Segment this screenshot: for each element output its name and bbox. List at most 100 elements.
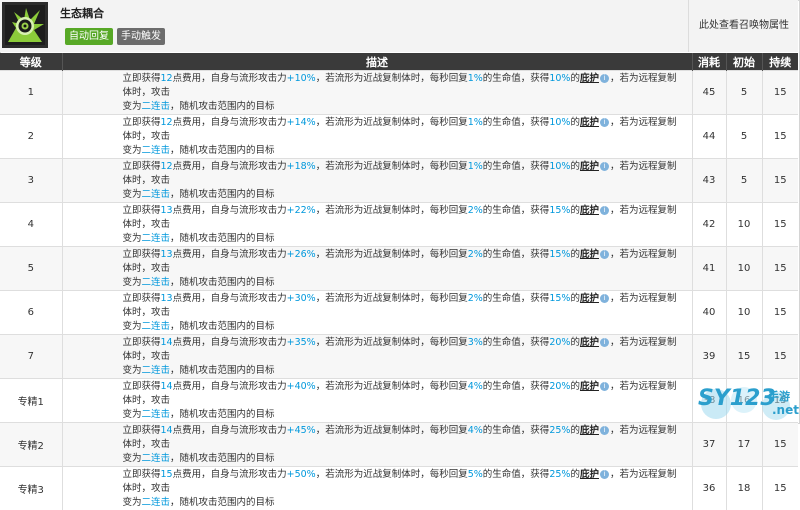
table-row: 6立即获得13点费用，自身与流形攻击力+30%，若流形为近战复制体时，每秒回复2… bbox=[0, 291, 798, 335]
desc-text: 变为 bbox=[123, 409, 142, 420]
initial-sp-cell: 10 bbox=[726, 203, 762, 247]
col-header-description: 描述 bbox=[62, 53, 692, 71]
desc-text: 变为 bbox=[123, 453, 142, 464]
info-icon[interactable]: i bbox=[600, 382, 609, 391]
desc-text: 的 bbox=[570, 249, 580, 260]
attack-bonus-value: +50% bbox=[287, 469, 316, 480]
desc-text: 点费用，自身与流形攻击力 bbox=[173, 249, 287, 260]
description-cell: 立即获得14点费用，自身与流形攻击力+40%，若流形为近战复制体时，每秒回复4%… bbox=[62, 379, 692, 423]
desc-text: 的生命值，获得 bbox=[483, 73, 550, 84]
desc-text: 变为 bbox=[123, 321, 142, 332]
cost-points-value: 12 bbox=[161, 161, 173, 172]
col-header-initial: 初始 bbox=[726, 53, 762, 71]
level-cell: 1 bbox=[0, 71, 62, 115]
spiral-eye-skill-icon bbox=[2, 2, 48, 48]
desc-text: 立即获得 bbox=[123, 117, 161, 128]
desc-text: ，若流形为近战复制体时，每秒回复 bbox=[316, 73, 468, 84]
table-row: 4立即获得13点费用，自身与流形攻击力+22%，若流形为近战复制体时，每秒回复2… bbox=[0, 203, 798, 247]
duration-cell: 15 bbox=[762, 291, 798, 335]
attack-bonus-value: +26% bbox=[287, 249, 316, 260]
shelter-keyword-link[interactable]: 庇护 bbox=[580, 381, 599, 392]
description-cell: 立即获得13点费用，自身与流形攻击力+30%，若流形为近战复制体时，每秒回复2%… bbox=[62, 291, 692, 335]
table-row: 1立即获得12点费用，自身与流形攻击力+10%，若流形为近战复制体时，每秒回复1… bbox=[0, 71, 798, 115]
tag-manual-trigger[interactable]: 手动触发 bbox=[117, 28, 165, 45]
shield-value: 20% bbox=[549, 337, 570, 348]
desc-text: ，若流形为近战复制体时，每秒回复 bbox=[316, 117, 468, 128]
cost-points-value: 14 bbox=[161, 381, 173, 392]
shelter-keyword-link[interactable]: 庇护 bbox=[580, 205, 599, 216]
description-cell: 立即获得12点费用，自身与流形攻击力+10%，若流形为近战复制体时，每秒回复1%… bbox=[62, 71, 692, 115]
desc-text: ，若流形为近战复制体时，每秒回复 bbox=[316, 293, 468, 304]
shield-value: 10% bbox=[549, 161, 570, 172]
regen-value: 5% bbox=[468, 469, 483, 480]
shelter-keyword-link[interactable]: 庇护 bbox=[580, 117, 599, 128]
desc-text: 的 bbox=[570, 205, 580, 216]
sp-cost-cell: 36 bbox=[692, 467, 726, 510]
info-icon[interactable]: i bbox=[600, 162, 609, 171]
cost-points-value: 13 bbox=[161, 249, 173, 260]
table-row: 3立即获得12点费用，自身与流形攻击力+18%，若流形为近战复制体时，每秒回复1… bbox=[0, 159, 798, 203]
desc-text: 的 bbox=[570, 73, 580, 84]
regen-value: 3% bbox=[468, 337, 483, 348]
level-cell: 2 bbox=[0, 115, 62, 159]
shelter-keyword-link[interactable]: 庇护 bbox=[580, 425, 599, 436]
shelter-keyword-link[interactable]: 庇护 bbox=[580, 161, 599, 172]
sp-cost-cell: 43 bbox=[692, 159, 726, 203]
shield-value: 25% bbox=[549, 425, 570, 436]
info-icon[interactable]: i bbox=[600, 294, 609, 303]
level-cell: 专精1 bbox=[0, 379, 62, 423]
attack-bonus-value: +10% bbox=[287, 73, 316, 84]
cost-points-value: 14 bbox=[161, 337, 173, 348]
desc-text: 变为 bbox=[123, 277, 142, 288]
col-header-sp-cost: 消耗 bbox=[692, 53, 726, 71]
desc-text: 的生命值，获得 bbox=[483, 337, 550, 348]
duration-cell: 15 bbox=[762, 335, 798, 379]
cost-points-value: 13 bbox=[161, 293, 173, 304]
attack-bonus-value: +40% bbox=[287, 381, 316, 392]
shelter-keyword-link[interactable]: 庇护 bbox=[580, 293, 599, 304]
double-strike-keyword: 二连击 bbox=[142, 453, 171, 464]
info-icon[interactable]: i bbox=[600, 426, 609, 435]
regen-value: 1% bbox=[468, 161, 483, 172]
shelter-keyword-link[interactable]: 庇护 bbox=[580, 249, 599, 260]
shelter-keyword-link[interactable]: 庇护 bbox=[580, 337, 599, 348]
regen-value: 2% bbox=[468, 205, 483, 216]
level-cell: 6 bbox=[0, 291, 62, 335]
initial-sp-cell: 10 bbox=[726, 247, 762, 291]
desc-text: 点费用，自身与流形攻击力 bbox=[173, 293, 287, 304]
shield-value: 20% bbox=[549, 381, 570, 392]
description-cell: 立即获得12点费用，自身与流形攻击力+18%，若流形为近战复制体时，每秒回复1%… bbox=[62, 159, 692, 203]
description-cell: 立即获得15点费用，自身与流形攻击力+50%，若流形为近战复制体时，每秒回复5%… bbox=[62, 467, 692, 510]
double-strike-keyword: 二连击 bbox=[142, 101, 171, 112]
desc-text: ，随机攻击范围内的目标 bbox=[170, 101, 275, 112]
info-icon[interactable]: i bbox=[600, 470, 609, 479]
info-icon[interactable]: i bbox=[600, 118, 609, 127]
description-cell: 立即获得12点费用，自身与流形攻击力+14%，若流形为近战复制体时，每秒回复1%… bbox=[62, 115, 692, 159]
double-strike-keyword: 二连击 bbox=[142, 145, 171, 156]
shelter-keyword-link[interactable]: 庇护 bbox=[580, 73, 599, 84]
double-strike-keyword: 二连击 bbox=[142, 365, 171, 376]
desc-text: 立即获得 bbox=[123, 293, 161, 304]
duration-cell: 15 bbox=[762, 247, 798, 291]
desc-text: ，随机攻击范围内的目标 bbox=[170, 189, 275, 200]
desc-text: ，若流形为近战复制体时，每秒回复 bbox=[316, 205, 468, 216]
desc-text: 立即获得 bbox=[123, 337, 161, 348]
shield-value: 15% bbox=[549, 293, 570, 304]
desc-text: 点费用，自身与流形攻击力 bbox=[173, 469, 287, 480]
desc-text: 变为 bbox=[123, 233, 142, 244]
info-icon[interactable]: i bbox=[600, 74, 609, 83]
table-row: 专精3立即获得15点费用，自身与流形攻击力+50%，若流形为近战复制体时，每秒回… bbox=[0, 467, 798, 510]
table-row: 专精2立即获得14点费用，自身与流形攻击力+45%，若流形为近战复制体时，每秒回… bbox=[0, 423, 798, 467]
info-icon[interactable]: i bbox=[600, 338, 609, 347]
double-strike-keyword: 二连击 bbox=[142, 409, 171, 420]
shelter-keyword-link[interactable]: 庇护 bbox=[580, 469, 599, 480]
tag-auto-recovery[interactable]: 自动回复 bbox=[65, 28, 113, 45]
summon-attributes-link[interactable]: 此处查看召唤物属性 bbox=[688, 0, 799, 52]
desc-text: 的生命值，获得 bbox=[483, 425, 550, 436]
attack-bonus-value: +35% bbox=[287, 337, 316, 348]
info-icon[interactable]: i bbox=[600, 250, 609, 259]
desc-text: 点费用，自身与流形攻击力 bbox=[173, 381, 287, 392]
double-strike-keyword: 二连击 bbox=[142, 321, 171, 332]
info-icon[interactable]: i bbox=[600, 206, 609, 215]
regen-value: 1% bbox=[468, 117, 483, 128]
